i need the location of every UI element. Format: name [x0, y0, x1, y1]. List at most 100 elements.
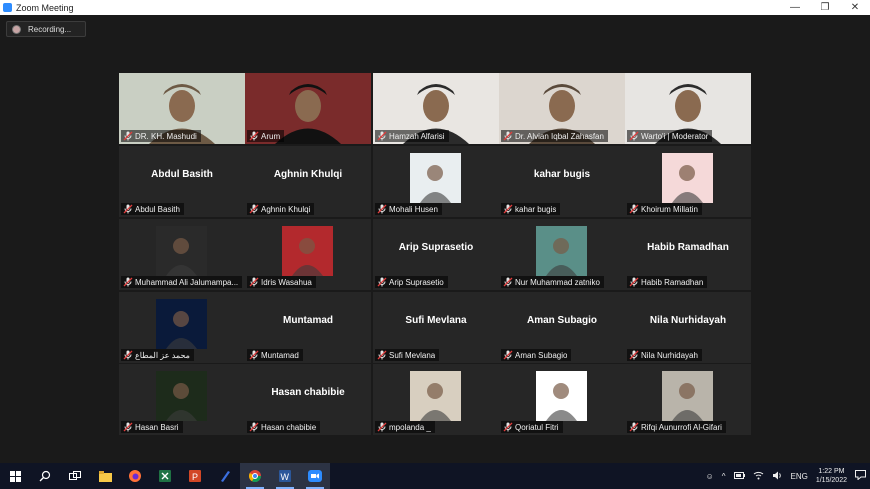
- svg-text:W: W: [281, 472, 290, 482]
- participant-name: Rifqi Aunurrofi Al-Gifari: [641, 422, 722, 432]
- participant-nameplate: Abdul Basith: [121, 203, 184, 215]
- participant-tile[interactable]: Khoirum Millatin: [625, 146, 751, 217]
- participant-name: Nila Nurhidayah: [641, 350, 698, 360]
- maximize-button[interactable]: ❐: [810, 0, 840, 15]
- participant-tile[interactable]: Hasan Basri: [119, 364, 245, 435]
- participant-nameplate: Muhammad Ali Jalumampa...: [121, 276, 243, 288]
- participant-name: Sufi Mevlana: [389, 350, 436, 360]
- mic-muted-icon: [503, 422, 513, 432]
- participant-tile[interactable]: Nila Nurhidayah Nila Nurhidayah: [625, 292, 751, 363]
- participant-tile[interactable]: Sufi Mevlana Sufi Mevlana: [373, 292, 499, 363]
- participant-nameplate: Hasan Basri: [121, 421, 183, 433]
- participant-tile[interactable]: Habib Ramadhan Habib Ramadhan: [625, 219, 751, 290]
- battery-icon[interactable]: [733, 471, 745, 481]
- participant-tile[interactable]: Aman Subagio Aman Subagio: [499, 292, 625, 363]
- participant-name: Habib Ramadhan: [641, 277, 704, 287]
- file-explorer-icon[interactable]: [90, 463, 120, 489]
- language-indicator[interactable]: ENG: [791, 472, 808, 481]
- profile-picture: [156, 226, 207, 276]
- participant-tile[interactable]: Qoriatul Fitri: [499, 364, 625, 435]
- mic-muted-icon: [377, 350, 387, 360]
- participant-nameplate: Khoirum Millatin: [627, 203, 702, 215]
- mic-muted-icon: [123, 350, 133, 360]
- participant-tile[interactable]: محمد عز المطاع: [119, 292, 245, 363]
- notification-icon[interactable]: [855, 470, 866, 482]
- participant-name: Warto'i | Moderator: [641, 131, 709, 141]
- profile-picture: [662, 371, 713, 421]
- participant-nameplate: Arum: [247, 130, 285, 142]
- participant-tile[interactable]: Rifqi Aunurrofi Al-Gifari: [625, 364, 751, 435]
- wifi-icon[interactable]: [753, 471, 764, 482]
- mic-muted-icon: [503, 204, 513, 214]
- mic-muted-icon: [123, 204, 133, 214]
- mic-muted-icon: [629, 350, 639, 360]
- participant-name: Arum: [261, 131, 281, 141]
- participant-tile[interactable]: Abdul Basith Abdul Basith: [119, 146, 245, 217]
- participant-tile[interactable]: Aghnin Khulqi Aghnin Khulqi: [245, 146, 371, 217]
- participant-nameplate: mpolanda _: [375, 421, 435, 433]
- profile-picture: [156, 371, 207, 421]
- volume-icon[interactable]: [772, 471, 783, 482]
- task-view-icon[interactable]: [60, 463, 90, 489]
- zoom-app-icon: [3, 3, 12, 12]
- participant-name: Muntamad: [261, 350, 299, 360]
- windows-taskbar: P W ☺ ^ ENG 1:22 PM 1/15/2022: [0, 463, 870, 489]
- participant-tile[interactable]: Warto'i | Moderator: [625, 73, 751, 144]
- zoom-taskbar-icon[interactable]: [300, 463, 330, 489]
- participant-tile[interactable]: Muntamad Muntamad: [245, 292, 371, 363]
- participant-name: Muhammad Ali Jalumampa...: [135, 277, 239, 287]
- participant-name: Dr. Alvian Iqbal Zahasfan: [515, 131, 604, 141]
- participant-name: Nur Muhammad zatniko: [515, 277, 600, 287]
- participant-tile[interactable]: Hasan chabibie Hasan chabibie: [245, 364, 371, 435]
- participant-name: محمد عز المطاع: [135, 350, 190, 360]
- mic-muted-icon: [123, 131, 133, 141]
- participant-tile[interactable]: Hamzah Alfarisi: [373, 73, 499, 144]
- people-icon[interactable]: ☺: [706, 472, 714, 481]
- participant-nameplate: Idris Wasahua: [247, 276, 316, 288]
- mic-muted-icon: [123, 422, 133, 432]
- participant-name: mpolanda _: [389, 422, 431, 432]
- mic-muted-icon: [377, 277, 387, 287]
- mic-muted-icon: [503, 350, 513, 360]
- participant-name: Idris Wasahua: [261, 277, 312, 287]
- participant-nameplate: kahar bugis: [501, 203, 561, 215]
- participant-name: Arip Suprasetio: [389, 277, 444, 287]
- participant-tile[interactable]: Nur Muhammad zatniko: [499, 219, 625, 290]
- participant-tile[interactable]: Arip Suprasetio Arip Suprasetio: [373, 219, 499, 290]
- participant-name: Khoirum Millatin: [641, 204, 698, 214]
- participant-nameplate: محمد عز المطاع: [121, 349, 194, 361]
- pen-app-icon[interactable]: [210, 463, 240, 489]
- participant-tile[interactable]: kahar bugis kahar bugis: [499, 146, 625, 217]
- participant-tile[interactable]: Mohali Husen: [373, 146, 499, 217]
- participant-tile[interactable]: mpolanda _: [373, 364, 499, 435]
- participant-tile[interactable]: Idris Wasahua: [245, 219, 371, 290]
- profile-picture: [156, 299, 207, 349]
- participant-name: Aghnin Khulqi: [261, 204, 311, 214]
- participant-nameplate: DR. KH. Mashudi: [121, 130, 201, 142]
- participant-tile[interactable]: Dr. Alvian Iqbal Zahasfan: [499, 73, 625, 144]
- excel-icon[interactable]: [150, 463, 180, 489]
- word-icon[interactable]: W: [270, 463, 300, 489]
- mic-muted-icon: [249, 131, 259, 141]
- chevron-up-icon[interactable]: ^: [722, 472, 726, 481]
- mic-muted-icon: [249, 422, 259, 432]
- minimize-button[interactable]: —: [780, 0, 810, 15]
- powerpoint-icon[interactable]: P: [180, 463, 210, 489]
- participant-tile[interactable]: Muhammad Ali Jalumampa...: [119, 219, 245, 290]
- clock[interactable]: 1:22 PM 1/15/2022: [816, 467, 847, 485]
- participant-tile[interactable]: DR. KH. Mashudi: [119, 73, 245, 144]
- chrome-icon[interactable]: [240, 463, 270, 489]
- participant-tile[interactable]: Arum: [245, 73, 371, 144]
- mic-muted-icon: [503, 131, 513, 141]
- recording-indicator[interactable]: Recording...: [6, 21, 86, 37]
- participant-display-name: Aman Subagio: [526, 315, 597, 326]
- mic-muted-icon: [249, 204, 259, 214]
- search-icon[interactable]: [30, 463, 60, 489]
- participant-nameplate: Sufi Mevlana: [375, 349, 440, 361]
- firefox-icon[interactable]: [120, 463, 150, 489]
- mic-muted-icon: [629, 131, 639, 141]
- start-icon[interactable]: [0, 463, 30, 489]
- close-button[interactable]: ✕: [840, 0, 870, 15]
- participant-display-name: Hasan chabibie: [271, 387, 345, 398]
- mic-muted-icon: [249, 350, 259, 360]
